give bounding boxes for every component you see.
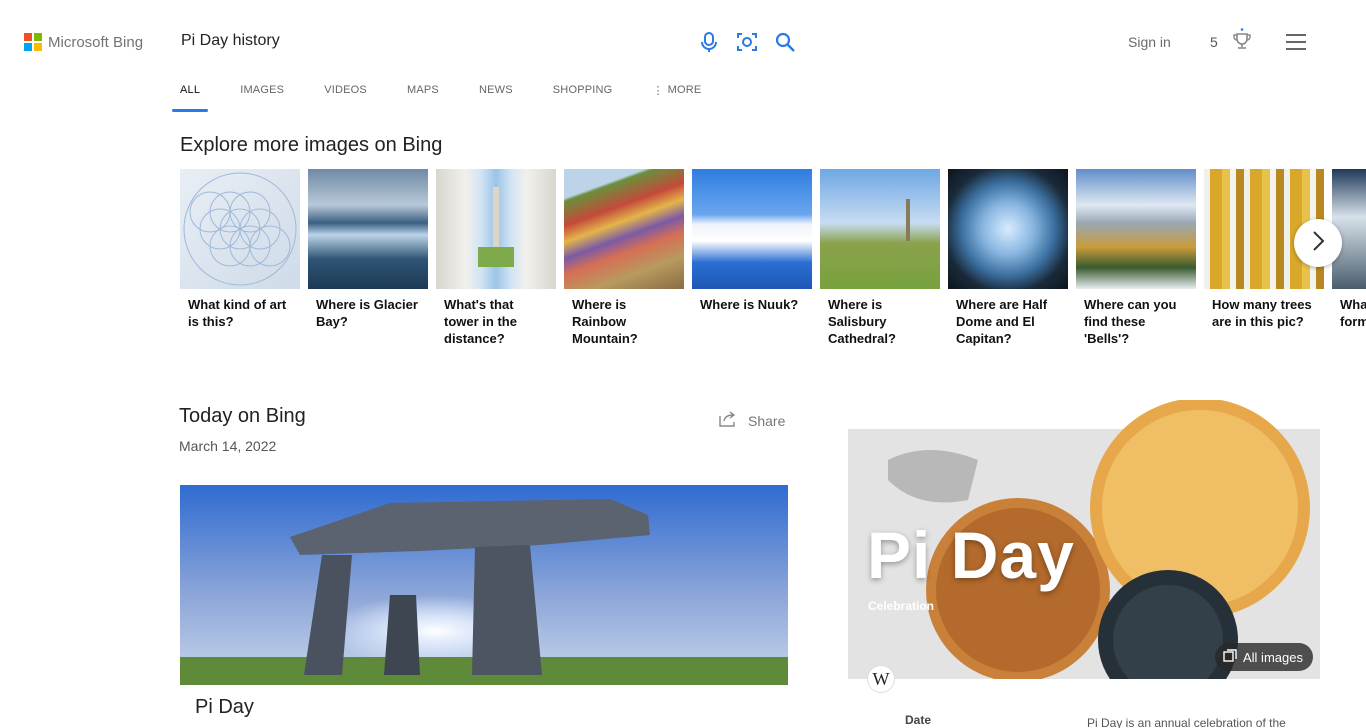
card-label: What kind of art is this? [188, 297, 287, 329]
image-carousel: What kind of art is this? Where is Glaci… [180, 169, 1366, 359]
images-icon [1223, 648, 1237, 666]
today-title: Today on Bing [179, 405, 306, 427]
rewards-trophy-icon[interactable] [1232, 28, 1252, 57]
card-label: Where is Salisbury Cathedral? [828, 297, 896, 346]
header: Microsoft Bing Pi Day history Sign in 5 [0, 0, 1366, 80]
card-thumbnail [180, 169, 300, 289]
hamburger-menu-icon[interactable] [1286, 34, 1306, 50]
sign-in-link[interactable]: Sign in [1128, 34, 1171, 50]
share-label: Share [748, 412, 786, 429]
all-images-button[interactable]: All images [1215, 643, 1313, 671]
hero-image[interactable] [180, 485, 788, 685]
more-dots-icon: ⋮ [652, 85, 664, 97]
date-label: Date [905, 713, 932, 727]
carousel-card[interactable]: What's that tower in the distance? [436, 169, 556, 347]
logo-text: Microsoft Bing [48, 33, 144, 51]
card-thumbnail [692, 169, 812, 289]
chevron-right-icon [1311, 230, 1325, 257]
search-tabs: ALL IMAGES VIDEOS MAPS NEWS SHOPPING ⋮ M… [172, 82, 733, 112]
hero-caption: Pi Day [195, 696, 254, 718]
share-button[interactable]: Share [718, 410, 785, 431]
carousel-card[interactable]: Where is Salisbury Cathedral? [820, 169, 940, 347]
carousel-next-button[interactable] [1294, 219, 1342, 267]
today-date: March 14, 2022 [179, 438, 277, 454]
search-input[interactable]: Pi Day history [181, 32, 280, 50]
card-thumbnail [1076, 169, 1196, 289]
carousel-card[interactable]: Where are Half Dome and El Capitan? [948, 169, 1068, 347]
share-icon [718, 410, 738, 431]
tab-videos[interactable]: VIDEOS [316, 82, 375, 112]
bing-logo[interactable]: Microsoft Bing [24, 33, 143, 51]
tab-all[interactable]: ALL [172, 82, 209, 112]
wikipedia-icon[interactable]: W [867, 665, 895, 693]
card-thumbnail [308, 169, 428, 289]
explore-title: Explore more images on Bing [180, 134, 443, 156]
knowledge-card-description: Pi Day is an annual celebration of the [1087, 716, 1286, 728]
knowledge-card-title: Pi Day [867, 518, 1075, 592]
card-label: What's that tower in the distance? [444, 297, 517, 346]
tab-maps[interactable]: MAPS [399, 82, 447, 112]
tab-images[interactable]: IMAGES [232, 82, 292, 112]
card-label: How many trees are in this pic? [1212, 297, 1312, 329]
card-thumbnail [436, 169, 556, 289]
card-label: Where are Half Dome and El Capitan? [956, 297, 1048, 346]
carousel-card[interactable]: What kind of art is this? [180, 169, 300, 330]
card-label: Where is Nuuk? [700, 297, 799, 312]
tab-shopping[interactable]: SHOPPING [545, 82, 621, 112]
carousel-card[interactable]: Where is Nuuk? [692, 169, 812, 313]
carousel-card[interactable]: Where is Glacier Bay? [308, 169, 428, 330]
card-thumbnail [820, 169, 940, 289]
card-label: Where is Glacier Bay? [316, 297, 418, 329]
card-thumbnail [948, 169, 1068, 289]
microphone-icon[interactable] [698, 30, 720, 54]
card-label: Where can you find these 'Bells'? [1084, 297, 1177, 346]
search-icon[interactable] [774, 30, 796, 54]
carousel-card[interactable]: Where is Rainbow Mountain? [564, 169, 684, 347]
knowledge-card-subtitle: Celebration [868, 599, 935, 613]
search-actions [698, 30, 796, 54]
card-label: What fantastic formation [1340, 297, 1366, 329]
tab-news[interactable]: NEWS [471, 82, 521, 112]
all-images-label: All images [1243, 649, 1303, 665]
carousel-card[interactable]: Where can you find these 'Bells'? [1076, 169, 1196, 347]
card-thumbnail [564, 169, 684, 289]
card-label: Where is Rainbow Mountain? [572, 297, 638, 346]
visual-search-icon[interactable] [736, 30, 758, 54]
rewards-count[interactable]: 5 [1210, 34, 1218, 50]
microsoft-logo-icon [24, 33, 42, 51]
tab-more[interactable]: ⋮ MORE [644, 82, 709, 112]
tab-more-label: MORE [667, 84, 702, 96]
